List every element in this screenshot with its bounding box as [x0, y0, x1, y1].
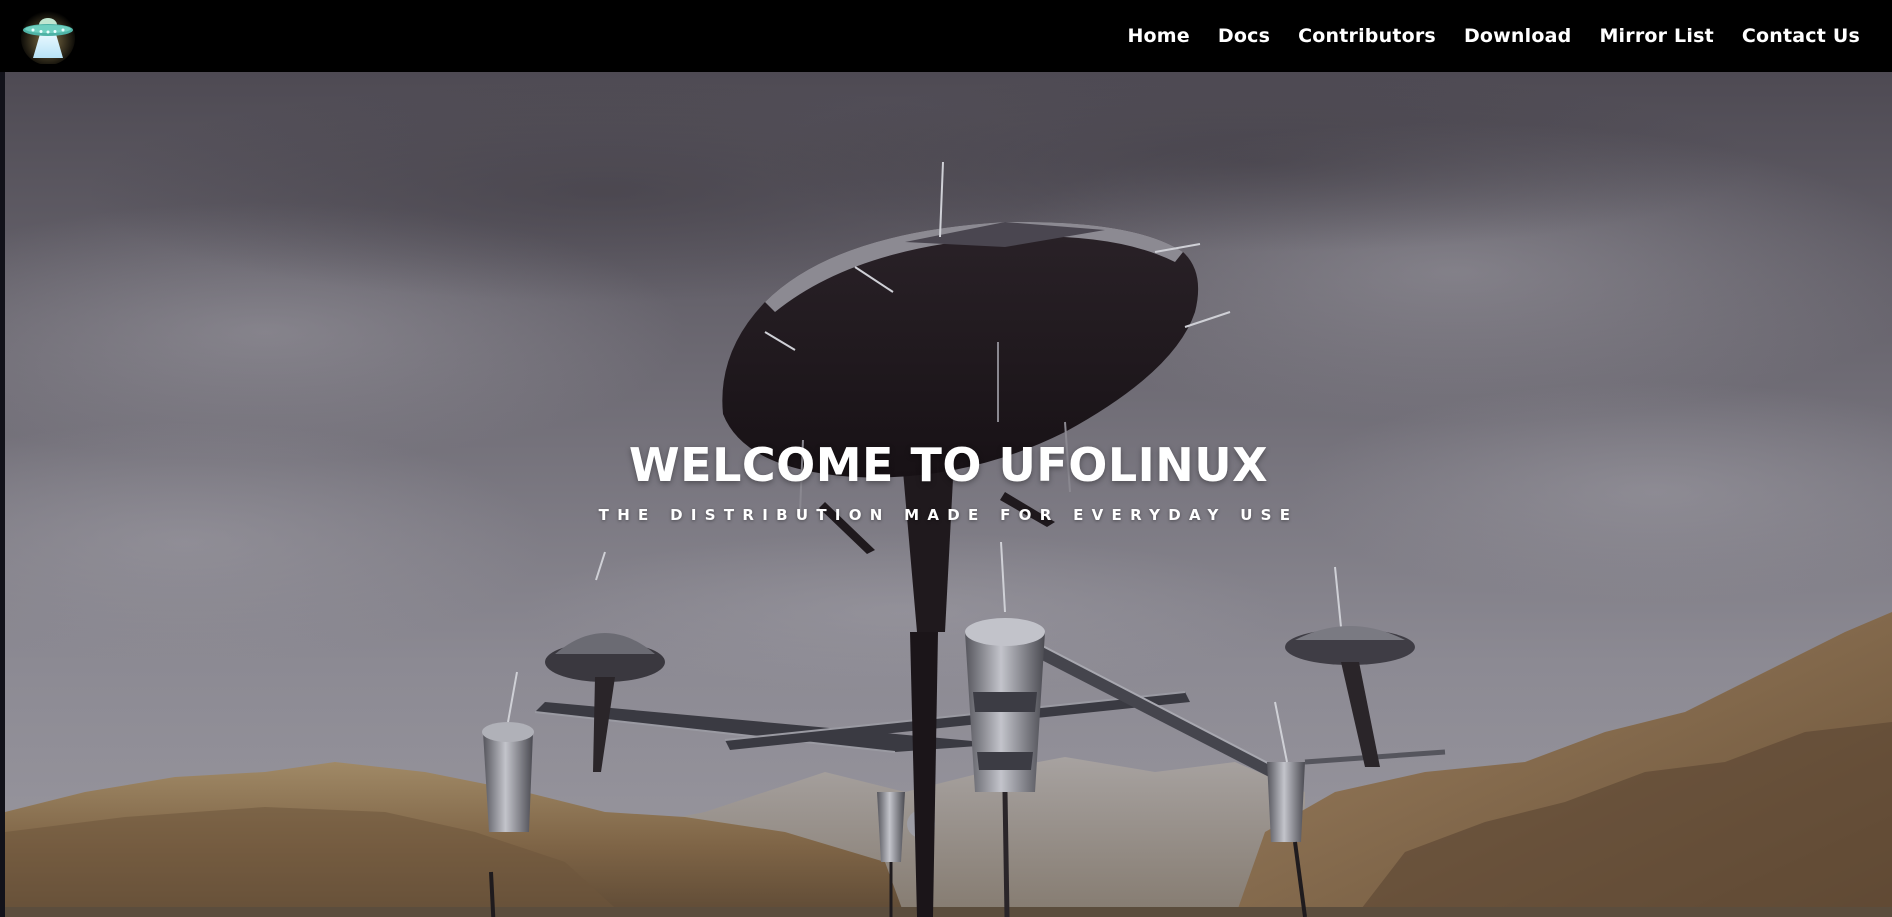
nav-docs-link[interactable]: Docs: [1218, 25, 1270, 47]
nav-mirror-list-link[interactable]: Mirror List: [1599, 25, 1713, 47]
nav-home-link[interactable]: Home: [1127, 25, 1189, 47]
nav-download-link[interactable]: Download: [1464, 25, 1572, 47]
hero-text-block: WELCOME TO UFOLINUX THE DISTRIBUTION MAD…: [5, 442, 1892, 523]
main-nav: Home Docs Contributors Download Mirror L…: [1127, 25, 1860, 47]
nav-contributors-link[interactable]: Contributors: [1298, 25, 1436, 47]
ufo-logo-icon[interactable]: [18, 6, 78, 66]
nav-contact-us-link[interactable]: Contact Us: [1742, 25, 1860, 47]
top-navbar: Home Docs Contributors Download Mirror L…: [0, 0, 1892, 72]
hero-section: WELCOME TO UFOLINUX THE DISTRIBUTION MAD…: [5, 72, 1892, 917]
hero-subtitle: THE DISTRIBUTION MADE FOR EVERYDAY USE: [598, 506, 1299, 524]
hero-title: WELCOME TO UFOLINUX: [628, 438, 1269, 492]
